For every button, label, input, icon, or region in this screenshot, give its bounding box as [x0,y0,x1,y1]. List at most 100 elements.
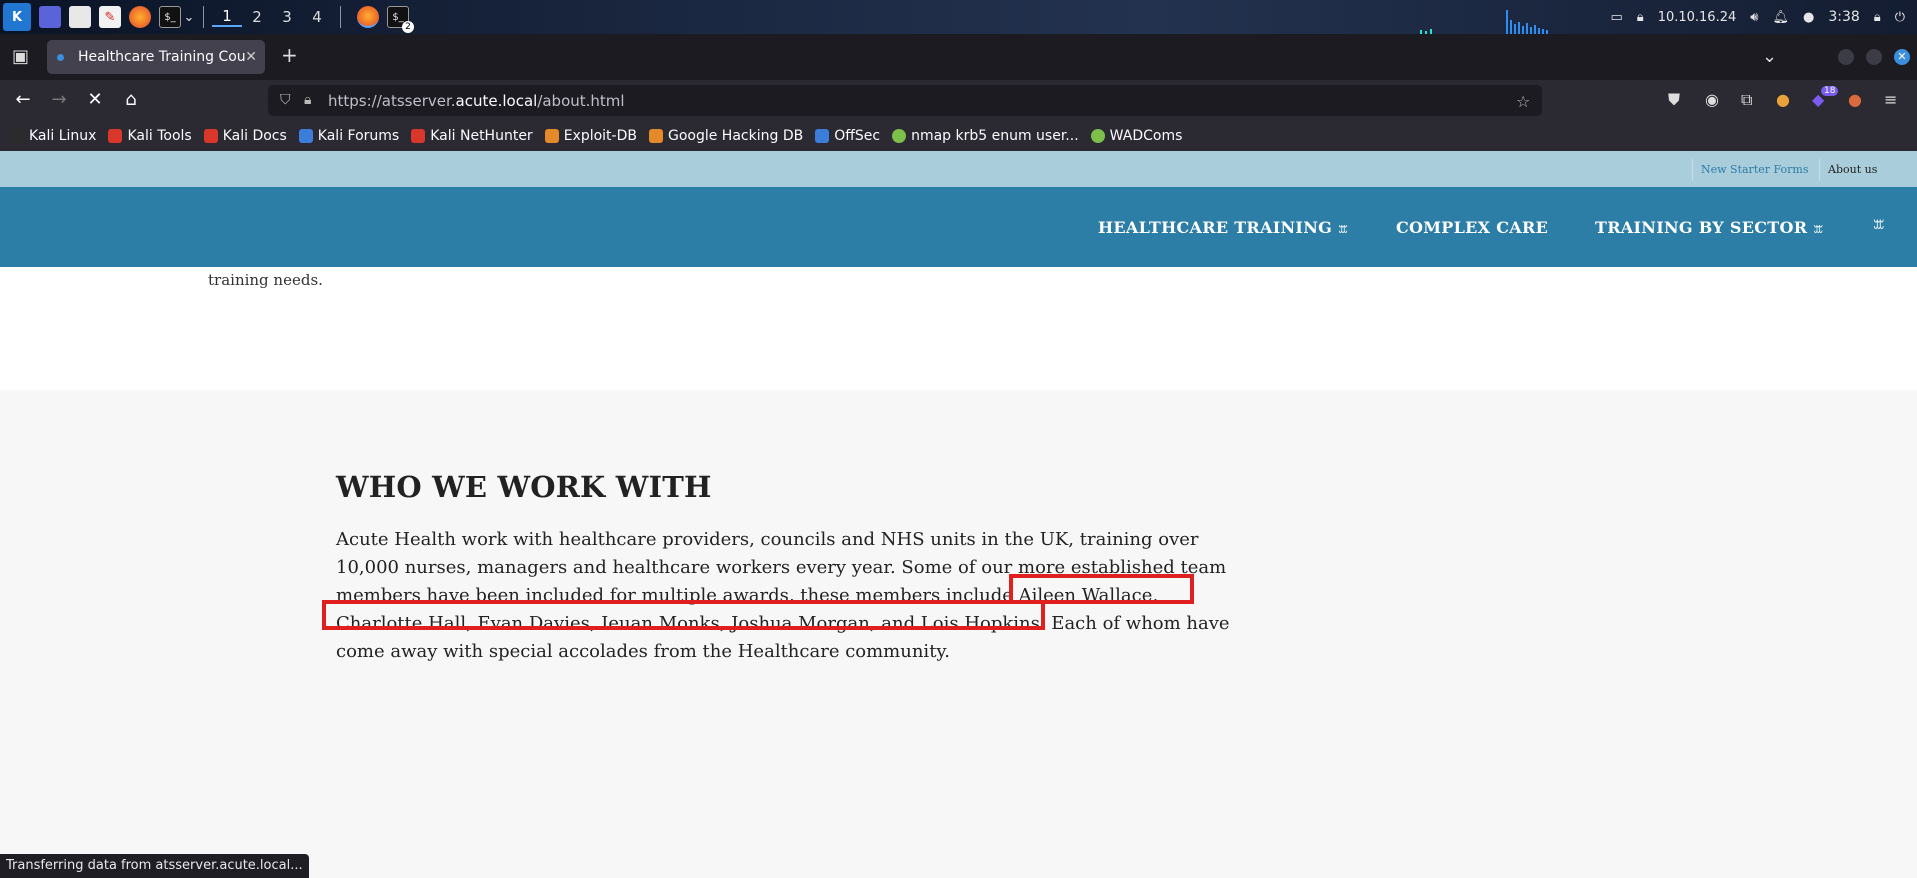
exploit-db-bookmark-icon [544,129,559,143]
foxyproxy-icon[interactable]: ● [1848,90,1862,109]
tab-healthcare-training[interactable]: Healthcare Training Cour ✕ [47,40,265,74]
text-editor-icon[interactable]: ✎ [99,6,121,28]
highlight-box-names-line2 [322,600,1045,630]
new-tab-icon[interactable]: + [281,43,298,67]
firefox-launcher-icon[interactable] [129,6,151,28]
power-icon[interactable]: ● [1803,10,1814,25]
bookmark-label: Exploit-DB [563,128,637,144]
who-we-work-with-section: WHO WE WORK WITH Acute Health work with … [0,390,1917,878]
about-us-link[interactable]: About us [1819,159,1885,181]
terminal-window-icon[interactable]: $_ 2 [387,6,414,33]
nav-healthcare-training[interactable]: HEALTHCARE TRAINING ꕭ [1098,218,1348,237]
bookmark-label: Kali Linux [29,128,97,144]
vpn-lock-icon[interactable]: 🔒︎ [1637,10,1644,25]
bookmark-label: Kali Docs [222,128,287,144]
bookmark-exploit-db[interactable]: Exploit-DB [544,128,637,144]
new-starter-forms-link[interactable]: New Starter Forms [1692,159,1817,181]
nethunter-bookmark-icon [411,129,426,143]
notification-bell-icon[interactable]: 🔔︎ [1772,10,1789,25]
terminal-count-badge: 2 [402,21,414,33]
bookmark-kali-linux[interactable]: Kali Linux [10,128,96,144]
bookmarks-bar: Kali Linux Kali Tools Kali Docs Kali For… [0,121,1917,151]
nav-training-by-sector[interactable]: TRAINING BY SECTOR ꕭ [1595,218,1823,237]
ghdb-bookmark-icon [648,129,663,143]
bookmark-kali-nethunter[interactable]: Kali NetHunter [411,128,533,144]
site-lock-icon[interactable]: 🔒︎ [304,92,311,108]
tab-title: Healthcare Training Cour [78,49,246,65]
menu-hamburger-icon[interactable]: ≡ [1884,90,1897,109]
bookmark-label: Google Hacking DB [667,128,804,144]
url-host: acute.local [455,91,538,110]
dropdown-caret-icon: ꕭ [1338,223,1349,236]
pocket-icon[interactable]: ⛊ [1668,90,1680,110]
section-heading: WHO WE WORK WITH [336,470,712,504]
bookmark-label: Kali Forums [317,128,400,144]
bookmark-kali-docs[interactable]: Kali Docs [203,128,287,144]
browser-status-bar: Transferring data from atsserver.acute.l… [0,854,309,878]
url-path: /about.html [537,91,625,110]
extensions-icon[interactable]: ⧉ [1741,90,1752,110]
taskbar-separator [340,6,341,28]
desktop-icon[interactable] [39,6,61,28]
lock-screen-icon[interactable]: 🔒︎ [1874,10,1881,25]
web-page: New Starter Forms About us HEALTHCARE TR… [0,151,1917,878]
kali-tools-bookmark-icon [108,129,123,143]
kali-docs-bookmark-icon [203,129,218,143]
nav-label: HEALTHCARE TRAINING [1098,218,1333,237]
workspace-1[interactable]: 1 [212,7,242,27]
file-manager-icon[interactable] [69,6,91,28]
volume-icon[interactable]: 🔊︎ [1750,10,1758,25]
bookmark-offsec[interactable]: OffSec [815,128,880,144]
nmap-bookmark-icon [892,129,907,143]
browser-nav-bar: ← → ✕ ⌂ ⛉ 🔒︎ https://atsserver. acute.loc… [0,80,1917,121]
bookmark-star-icon[interactable]: ☆ [1516,92,1530,111]
kali-forums-bookmark-icon [298,129,313,143]
minimize-window-button[interactable] [1838,49,1854,65]
tab-close-icon[interactable]: ✕ [245,49,257,65]
tab-favicon-icon [57,53,64,61]
bookmark-kali-tools[interactable]: Kali Tools [108,128,192,144]
display-icon[interactable]: ▭ [1610,10,1622,25]
stop-loading-icon[interactable]: ✕ [83,89,107,110]
bookmark-google-hacking-db[interactable]: Google Hacking DB [648,128,804,144]
workspace-4[interactable]: 4 [302,8,332,26]
kali-menu-icon[interactable]: K [3,3,31,31]
site-main-nav: HEALTHCARE TRAINING ꕭ COMPLEX CARE TRAINI… [0,187,1917,267]
ip-address: 10.10.16.24 [1657,9,1737,25]
bookmark-kali-forums[interactable]: Kali Forums [298,128,400,144]
search-toggle-icon[interactable]: ꕭ [1873,218,1885,233]
site-top-bar: New Starter Forms About us [0,151,1917,187]
bookmark-nmap-krb5[interactable]: nmap krb5 enum user... [892,128,1079,144]
nav-complex-care[interactable]: COMPLEX CARE [1396,218,1548,237]
firefox-window-icon[interactable] [357,6,379,28]
back-icon[interactable]: ← [11,89,35,110]
network-graph [1420,10,1548,34]
previous-section: training needs. [0,267,1917,390]
forward-icon[interactable]: → [47,89,71,110]
tab-overview-icon[interactable]: ▣ [12,46,29,67]
maximize-window-button[interactable] [1866,49,1882,65]
cookie-extension-icon[interactable]: ● [1776,90,1790,109]
kali-linux-bookmark-icon [10,129,24,143]
list-all-tabs-icon[interactable]: ⌄ [1762,46,1777,67]
url-bar[interactable]: ⛉ 🔒︎ https://atsserver. acute.local/about… [268,85,1542,116]
bookmark-label: Kali Tools [127,128,192,144]
bookmark-label: nmap krb5 enum user... [911,128,1079,144]
workspace-2[interactable]: 2 [242,8,272,26]
bookmark-label: OffSec [834,128,881,144]
close-window-button[interactable]: ✕ [1894,49,1910,65]
terminal-launcher-icon[interactable]: $_ [159,6,181,28]
tracking-shield-icon[interactable]: ⛉ [280,92,291,108]
workspace-3[interactable]: 3 [272,8,302,26]
extension-badge: 18 [1821,86,1839,96]
os-taskbar: K ✎ $_ ⌄ 1 2 3 4 $_ 2 ▭ 🔒︎ 10.10.16.24 🔊︎… [0,0,1917,34]
nav-label: TRAINING BY SECTOR [1595,218,1808,237]
home-icon[interactable]: ⌂ [119,89,143,110]
bookmark-wadcoms[interactable]: WADComs [1090,128,1182,144]
browser-tab-strip: ▣ Healthcare Training Cour ✕ + ⌄ [0,34,1917,80]
power-menu-icon[interactable]: ⏻ [1895,10,1905,25]
chevron-down-icon[interactable]: ⌄ [183,6,195,28]
taskbar-separator [203,6,204,28]
url-prefix: https://atsserver. [328,91,456,110]
account-icon[interactable]: ◉ [1705,90,1719,109]
